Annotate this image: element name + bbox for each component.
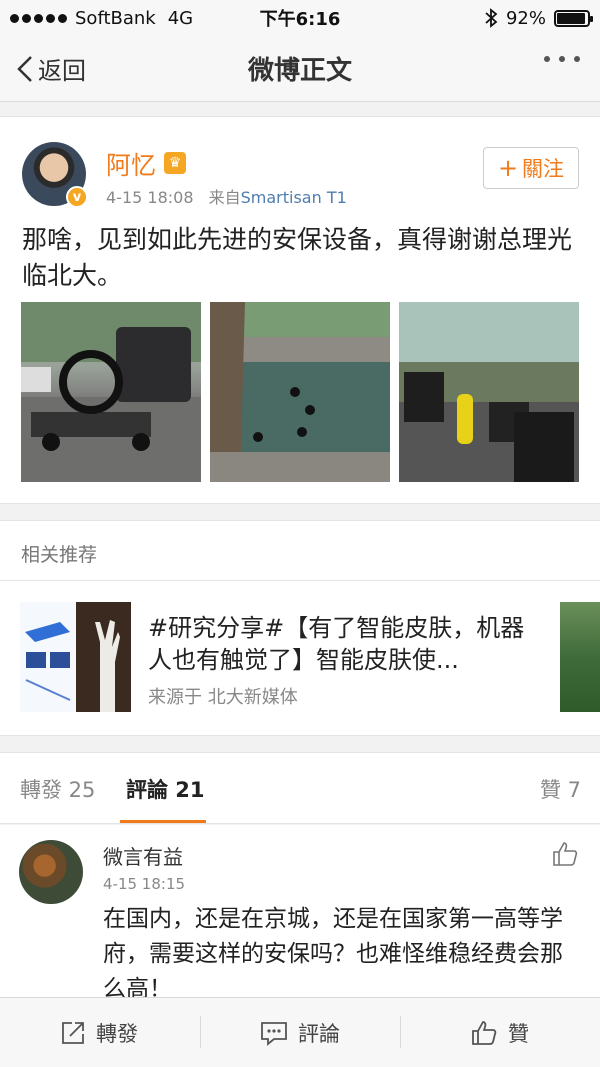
- tab-likes[interactable]: 贊 7: [540, 774, 581, 804]
- recommend-header: 相关推荐: [21, 544, 98, 566]
- battery-icon: [554, 9, 593, 27]
- pond-photo-graphic: [210, 302, 390, 482]
- repost-button[interactable]: 轉發: [60, 1018, 138, 1048]
- dot-icon: [574, 56, 580, 62]
- recommend-next-thumbnail[interactable]: [560, 602, 600, 712]
- follow-button[interactable]: + 關注: [483, 147, 579, 189]
- plus-icon: +: [497, 154, 519, 182]
- status-left: SoftBank 4G: [10, 8, 230, 29]
- tab-reposts[interactable]: 轉發 25: [20, 774, 95, 804]
- bluetooth-icon: [485, 8, 498, 28]
- page-title: 微博正文: [247, 56, 352, 86]
- smart-skin-thumbnail-graphic: [20, 602, 131, 712]
- author-name[interactable]: 阿忆: [106, 146, 156, 182]
- divider: [200, 1016, 201, 1048]
- post-date: 4-15 18:08: [106, 188, 194, 207]
- comment-date: 4-15 18:15: [103, 875, 186, 893]
- back-label: 返回: [38, 57, 86, 85]
- recommend-thumbnail[interactable]: [20, 602, 131, 712]
- verified-icon: v: [66, 186, 88, 208]
- post-source[interactable]: Smartisan T1: [241, 188, 347, 207]
- comment-label: 評論: [298, 1022, 340, 1046]
- comment-button[interactable]: 評論: [260, 1018, 340, 1048]
- diving-gear-photo-graphic: [399, 302, 579, 482]
- status-right: 92%: [370, 7, 593, 29]
- divider: [400, 1016, 401, 1048]
- commenter-name[interactable]: 微言有益: [103, 841, 183, 870]
- author-avatar[interactable]: v: [22, 142, 88, 208]
- source-prefix: 来自: [208, 188, 241, 207]
- recommend-title[interactable]: #研究分享#【有了智能皮肤，机器人也有触觉了】智能皮肤使...: [148, 612, 528, 676]
- like-button[interactable]: 贊: [470, 1018, 529, 1048]
- tab-comments[interactable]: 評論 21: [126, 774, 205, 804]
- post-photo-1[interactable]: [21, 302, 201, 482]
- post-photo-2[interactable]: [210, 302, 390, 482]
- battery-percent: 92%: [505, 7, 546, 29]
- recommend-source: 来源于 北大新媒体: [148, 687, 298, 708]
- commenter-avatar[interactable]: [19, 840, 83, 904]
- repost-icon: [62, 1022, 84, 1044]
- chevron-left-icon: [17, 55, 32, 82]
- dot-icon: [559, 56, 565, 62]
- post-photo-3[interactable]: [399, 302, 579, 482]
- active-tab-indicator: [120, 820, 206, 823]
- signal-icon: [10, 13, 67, 23]
- status-time: 下午6:16: [259, 9, 341, 30]
- post-text: 那啥，见到如此先进的安保设备，真得谢谢总理光临北大。: [22, 225, 573, 290]
- carrier-label: SoftBank: [75, 7, 156, 29]
- follow-label: 關注: [522, 157, 565, 181]
- dot-icon: [544, 56, 550, 62]
- post-meta: 4-15 18:08 来自Smartisan T1: [106, 184, 347, 208]
- divider: [0, 580, 600, 581]
- thumbs-up-icon[interactable]: [551, 840, 579, 868]
- comment-text: 在国内，还是在京城，还是在国家第一高等学府，需要这样的安保吗？也难怪维稳经费会那…: [103, 906, 563, 1002]
- status-bar: SoftBank 4G 下午6:16 92%: [0, 0, 600, 36]
- battery-fill: [557, 12, 585, 24]
- network-label: 4G: [167, 7, 194, 29]
- comment-icon: [261, 1022, 287, 1046]
- repost-label: 轉發: [96, 1022, 138, 1046]
- thumbs-up-icon: [472, 1021, 497, 1045]
- like-label: 贊: [508, 1022, 529, 1046]
- back-button[interactable]: 返回: [16, 51, 86, 86]
- nav-bar: 返回 微博正文: [0, 36, 600, 102]
- truck-photo-graphic: [21, 302, 201, 482]
- vip-crown-icon: ♛: [164, 152, 186, 174]
- more-options-button[interactable]: [544, 56, 580, 62]
